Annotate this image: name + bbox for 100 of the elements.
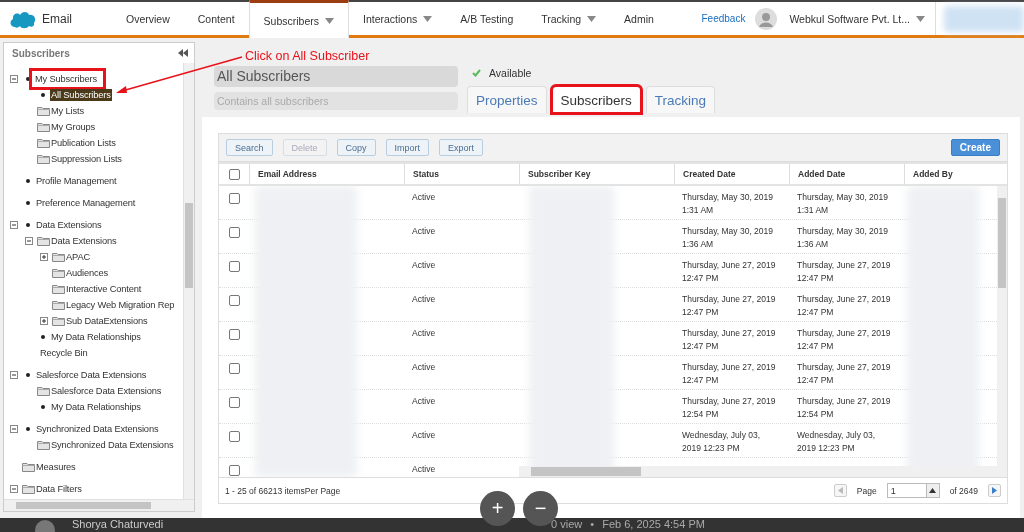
table-cell-text: Thursday, May 30, 2019 1:31 AM bbox=[796, 191, 890, 216]
column-header[interactable]: Email Address bbox=[249, 164, 404, 184]
tree-item[interactable]: Sub DataExtensions bbox=[65, 315, 149, 327]
status-text: Available bbox=[489, 67, 532, 79]
folder-icon bbox=[51, 316, 65, 326]
feedback-link[interactable]: Feedback bbox=[701, 13, 746, 24]
toolbar-button[interactable]: Import bbox=[385, 139, 430, 156]
nav-tab[interactable]: Overview bbox=[112, 2, 184, 35]
tree-item[interactable]: Measures bbox=[35, 461, 77, 473]
tree-item[interactable]: Data Extensions bbox=[50, 235, 118, 247]
tree-item[interactable]: Preference Management bbox=[35, 197, 137, 209]
expand-toggle-icon[interactable] bbox=[10, 485, 18, 493]
expand-toggle-icon[interactable] bbox=[40, 317, 48, 325]
nav-tab[interactable]: Tracking bbox=[527, 2, 611, 35]
tree-item[interactable]: Salesforce Data Extensions bbox=[35, 369, 148, 381]
folder-icon bbox=[36, 236, 50, 246]
expand-toggle-icon[interactable] bbox=[10, 75, 18, 83]
table-cell-text: Active bbox=[411, 259, 437, 272]
nav-tab[interactable]: Admin bbox=[610, 2, 668, 35]
folder-icon bbox=[51, 252, 65, 262]
nav-tab[interactable]: Subscribers bbox=[248, 0, 349, 38]
checkbox[interactable] bbox=[228, 431, 240, 442]
tree-item[interactable]: APAC bbox=[65, 251, 92, 263]
table-cell-text: Thursday, June 27, 2019 12:47 PM bbox=[681, 327, 777, 352]
folder-icon bbox=[36, 440, 50, 450]
tree-item[interactable]: Interactive Content bbox=[65, 283, 143, 295]
checkbox[interactable] bbox=[228, 168, 240, 180]
expand-toggle-icon[interactable] bbox=[10, 425, 18, 433]
checkbox[interactable] bbox=[228, 329, 240, 340]
tab[interactable]: Tracking bbox=[645, 86, 716, 113]
folder-icon bbox=[36, 122, 50, 132]
table-cell-text: Active bbox=[411, 361, 437, 374]
bullet-icon bbox=[26, 201, 30, 205]
table-cell-text: Thursday, June 27, 2019 12:47 PM bbox=[796, 361, 892, 386]
table-cell-text: Thursday, June 27, 2019 12:47 PM bbox=[681, 361, 777, 386]
scrollbar[interactable] bbox=[997, 186, 1007, 477]
checkbox[interactable] bbox=[228, 295, 240, 306]
name-field[interactable]: All Subscribers bbox=[214, 66, 458, 87]
column-header[interactable]: Added Date bbox=[789, 164, 904, 184]
account-menu[interactable]: Webkul Software Pvt. Lt... bbox=[789, 2, 936, 35]
tree-item[interactable]: Publication Lists bbox=[50, 137, 117, 149]
expand-toggle-icon[interactable] bbox=[40, 253, 48, 261]
scrollbar[interactable] bbox=[183, 63, 194, 499]
tree-item[interactable]: Audiences bbox=[65, 267, 110, 279]
column-header[interactable]: Subscriber Key bbox=[519, 164, 674, 184]
folder-icon bbox=[36, 138, 50, 148]
checkbox[interactable] bbox=[228, 193, 240, 204]
column-header[interactable]: Created Date bbox=[674, 164, 789, 184]
checkbox[interactable] bbox=[228, 363, 240, 374]
toolbar-button[interactable]: Search bbox=[226, 139, 273, 156]
tree-item[interactable]: Data Filters bbox=[35, 483, 83, 495]
tree-item[interactable]: Recycle Bin bbox=[39, 347, 89, 359]
table-cell-text: Active bbox=[411, 463, 437, 476]
checkbox[interactable] bbox=[228, 261, 240, 272]
bullet-icon bbox=[41, 93, 45, 97]
tree-item[interactable]: My Lists bbox=[50, 105, 85, 117]
toolbar-button[interactable]: Export bbox=[439, 139, 484, 156]
tree-item[interactable]: Synchronized Data Extensions bbox=[35, 423, 160, 435]
folder-icon bbox=[21, 484, 35, 494]
tab[interactable]: Subscribers bbox=[551, 86, 641, 113]
post-date: Feb 6, 2025 4:54 PM bbox=[602, 518, 705, 531]
tree-item[interactable]: Synchronized Data Extensions bbox=[50, 439, 175, 451]
table-cell-text: Thursday, June 27, 2019 12:47 PM bbox=[796, 293, 892, 318]
scrollbar[interactable] bbox=[519, 466, 997, 477]
page-field[interactable]: 1 bbox=[886, 483, 940, 498]
nav-tab[interactable]: A/B Testing bbox=[446, 2, 528, 35]
column-header[interactable]: Added By bbox=[904, 164, 1007, 184]
tree-item[interactable]: Salesforce Data Extensions bbox=[50, 385, 163, 397]
bullet-icon bbox=[26, 223, 30, 227]
bullet-icon bbox=[41, 335, 45, 339]
next-page-button[interactable] bbox=[988, 484, 1001, 497]
folder-icon bbox=[36, 106, 50, 116]
table-cell-text: Thursday, June 27, 2019 12:54 PM bbox=[796, 395, 892, 420]
column-header[interactable]: Status bbox=[404, 164, 519, 184]
table-cell-text: Active bbox=[411, 429, 437, 442]
tree-item[interactable]: Data Extensions bbox=[35, 219, 103, 231]
toolbar-button[interactable]: Copy bbox=[336, 139, 376, 156]
tree-item[interactable]: My Groups bbox=[50, 121, 97, 133]
bullet-icon bbox=[41, 405, 45, 409]
tree-item[interactable]: My Data Relationships bbox=[50, 401, 142, 413]
expand-toggle-icon[interactable] bbox=[10, 221, 18, 229]
checkbox[interactable] bbox=[228, 227, 240, 238]
tree-item[interactable]: All Subscribers bbox=[50, 89, 112, 101]
scrollbar[interactable] bbox=[4, 499, 194, 511]
tree-item[interactable]: Suppression Lists bbox=[50, 153, 123, 165]
tree-item[interactable]: My Data Relationships bbox=[50, 331, 142, 343]
up-arrow-icon[interactable] bbox=[929, 488, 937, 493]
app-name: Email bbox=[42, 11, 72, 26]
nav-tab[interactable]: Content bbox=[183, 2, 249, 35]
tree-item[interactable]: Profile Management bbox=[35, 175, 118, 187]
checkbox[interactable] bbox=[228, 397, 240, 408]
tab[interactable]: Properties bbox=[467, 86, 547, 113]
tree-item[interactable]: Legacy Web Migration Rep bbox=[65, 299, 176, 311]
expand-toggle-icon[interactable] bbox=[10, 371, 18, 379]
table-cell-text: Active bbox=[411, 327, 437, 340]
expand-toggle-icon[interactable] bbox=[25, 237, 33, 245]
collapse-icon[interactable] bbox=[178, 49, 188, 57]
nav-tab[interactable]: Interactions bbox=[349, 2, 447, 35]
author-name: Shorya Chaturvedi bbox=[72, 518, 164, 531]
checkbox[interactable] bbox=[228, 465, 240, 476]
